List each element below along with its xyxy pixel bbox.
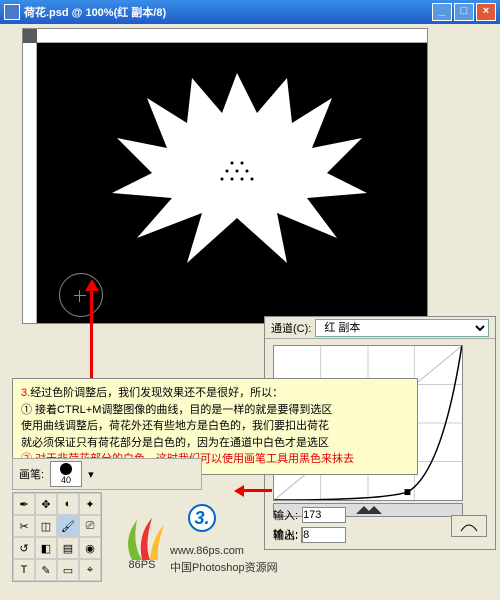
brush-options-bar: 画笔: 40 ▾ xyxy=(12,458,202,490)
tool-feather[interactable]: ✒ xyxy=(13,493,35,515)
curve-tool-button[interactable] xyxy=(451,515,487,537)
tool-brush[interactable]: 🖌 xyxy=(57,515,79,537)
tool-eraser[interactable]: ◧ xyxy=(35,537,57,559)
brush-size: 40 xyxy=(61,475,71,485)
window-titlebar: 荷花.psd @ 100%(红 副本/8) _ □ × xyxy=(0,0,500,24)
channel-label: 通道(C): xyxy=(271,320,311,336)
ruler-vertical xyxy=(23,43,37,323)
toolbox: ✒ ✥ ◐ ✦ ✂ ◫ 🖌 ⎚ ↺ ◧ ▤ ◉ T ✎ ▭ ⌖ xyxy=(12,492,102,582)
note-step-num: 3. xyxy=(21,387,30,399)
tool-blur[interactable]: ◉ xyxy=(79,537,101,559)
input-label: 输入: xyxy=(273,507,298,523)
site-logo: 86PS xyxy=(112,510,172,570)
footer-url: www.86ps.com xyxy=(170,545,244,557)
maximize-button[interactable]: □ xyxy=(454,3,474,21)
app-icon xyxy=(4,4,20,20)
tool-eyedrop[interactable]: ⌖ xyxy=(79,559,101,581)
minimize-button[interactable]: _ xyxy=(432,3,452,21)
footer: www.86ps.com 中国Photoshop资源网 xyxy=(170,545,278,575)
note-line3a: 使用曲线调整后，荷花外还有些地方是白色的，我们要扣出荷花 xyxy=(21,418,409,435)
tool-shape[interactable]: ▭ xyxy=(57,559,79,581)
tool-text[interactable]: T xyxy=(13,559,35,581)
tool-gradient[interactable]: ▤ xyxy=(57,537,79,559)
tool-lasso[interactable]: ◐ xyxy=(57,493,79,515)
note-line2: ① 接着CTRL+M调整图像的曲线，目的是一样的就是要得到选区 xyxy=(21,402,409,419)
tool-history[interactable]: ↺ xyxy=(13,537,35,559)
tool-stamp[interactable]: ⎚ xyxy=(79,515,101,537)
document-window xyxy=(22,28,428,324)
step-number-badge: 3. xyxy=(188,504,216,532)
note-line3b: 就必须保证只有荷花部分是白色的，因为在通道中白色才是选区 xyxy=(21,435,409,452)
output-label: 输出: xyxy=(273,527,298,543)
curves-header: 通道(C): 红 副本 xyxy=(265,317,495,339)
ruler-horizontal xyxy=(37,29,427,43)
window-title: 荷花.psd @ 100%(红 副本/8) xyxy=(24,4,430,20)
close-button[interactable]: × xyxy=(476,3,496,21)
curve-output-field[interactable] xyxy=(302,527,346,543)
brush-dot-icon xyxy=(60,463,72,475)
curve-input-field[interactable] xyxy=(302,507,346,523)
tool-wand[interactable]: ✦ xyxy=(79,493,101,515)
tool-crop[interactable]: ✂ xyxy=(13,515,35,537)
brush-preview[interactable]: 40 xyxy=(50,461,82,487)
annotation-arrow-up-head xyxy=(85,272,99,291)
brush-label: 画笔: xyxy=(19,466,44,482)
tool-slice[interactable]: ◫ xyxy=(35,515,57,537)
tool-path[interactable]: ✎ xyxy=(35,559,57,581)
footer-cnname: 中国Photoshop资源网 xyxy=(170,559,278,575)
annotation-arrow-up-line xyxy=(90,290,93,378)
annotation-arrow-left-line xyxy=(242,489,272,492)
lotus-silhouette xyxy=(107,63,367,263)
svg-text:86PS: 86PS xyxy=(129,559,156,570)
tool-move[interactable]: ✥ xyxy=(35,493,57,515)
channel-select[interactable]: 红 副本 xyxy=(315,319,489,337)
brush-dropdown-icon[interactable]: ▾ xyxy=(88,468,94,481)
